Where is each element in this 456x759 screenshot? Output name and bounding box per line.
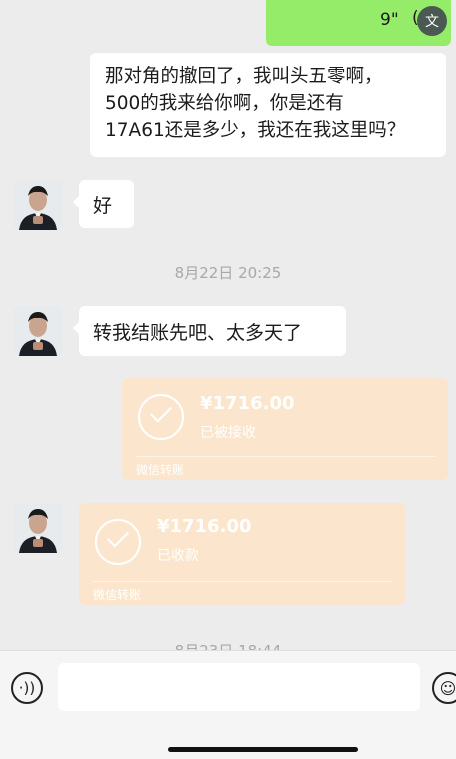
chat-input-bar: ·)) ☺ <box>0 650 456 759</box>
incoming-text-message[interactable]: 转我结账先吧、太多天了 <box>73 306 346 356</box>
check-circle-icon <box>138 394 184 440</box>
outgoing-text-message[interactable]: 那对角的撤回了，我叫头五零啊， 500的我来给你啊，你是还有 17A61还是多少… <box>90 53 446 157</box>
transfer-card-received[interactable]: ¥1716.00 已收款 微信转账 <box>79 503 405 605</box>
message-text: 转我结账先吧、太多天了 <box>93 321 303 344</box>
avatar[interactable] <box>13 306 63 356</box>
voice-duration: 9" <box>380 10 399 30</box>
timestamp: 8月22日 20:25 <box>174 264 282 282</box>
transfer-status: 已被接收 <box>200 425 256 441</box>
transfer-amount: ¥1716.00 <box>157 516 252 537</box>
voice-to-text-icon[interactable]: 文 <box>417 6 447 36</box>
message-text: 好 <box>93 194 113 217</box>
avatar-image <box>13 503 63 553</box>
check-circle-icon <box>95 519 141 565</box>
avatar[interactable] <box>13 180 63 230</box>
home-indicator[interactable] <box>168 747 358 752</box>
message-input[interactable] <box>58 663 420 711</box>
avatar-image <box>13 306 63 356</box>
voice-input-icon[interactable]: ·)) <box>11 672 43 704</box>
avatar-image <box>13 180 63 230</box>
transfer-brand: 微信转账 <box>136 463 185 477</box>
divider <box>136 456 436 457</box>
transfer-amount: ¥1716.00 <box>200 393 295 414</box>
divider <box>93 581 393 582</box>
incoming-text-message[interactable]: 好 <box>73 180 134 228</box>
avatar[interactable] <box>13 503 63 553</box>
message-text: 那对角的撤回了，我叫头五零啊， 500的我来给你啊，你是还有 17A61还是多少… <box>105 66 406 141</box>
transfer-brand: 微信转账 <box>93 588 142 602</box>
transfer-card-sent[interactable]: ¥1716.00 已被接收 微信转账 <box>122 378 448 480</box>
transfer-status: 已收款 <box>157 548 199 564</box>
emoji-icon[interactable]: ☺ <box>432 672 456 704</box>
